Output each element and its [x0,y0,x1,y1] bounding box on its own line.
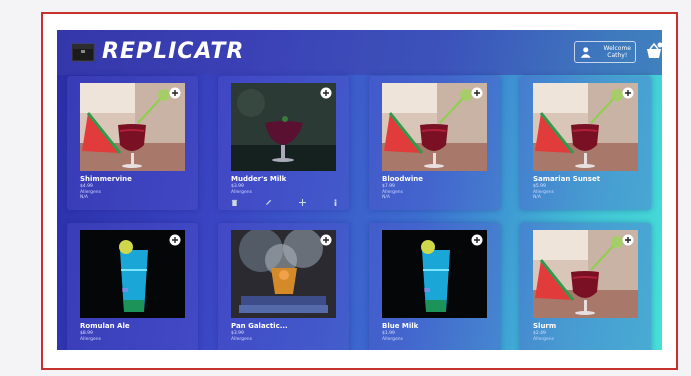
move-icon[interactable] [299,199,306,206]
user-icon [580,47,591,58]
product-price: $8.99 [80,331,93,336]
screenshot-frame: REPLICATR Welcome Cathy! Shimmervine $4.… [41,12,678,370]
product-price: $5.99 [533,184,546,189]
plus-circle-icon[interactable] [471,87,483,99]
product-note: N/A [382,195,390,200]
plus-circle-icon[interactable] [320,87,332,99]
product-allergens: Allergens [382,337,403,342]
plus-circle-icon[interactable] [622,234,634,246]
product-card[interactable]: Pan Galactic... $3.99 Allergens [218,223,349,350]
product-name: Bloodwine [382,175,423,183]
product-card[interactable]: Mudder's Milk $3.99 Allergens [218,76,349,210]
product-price: $3.99 [231,331,244,336]
product-allergens: Allergens [533,337,554,342]
plus-circle-icon[interactable] [622,87,634,99]
product-price: $1.99 [382,331,395,336]
product-card[interactable]: Slurm $2.49 Allergens [520,223,651,350]
welcome-label: Welcome Cathy! [603,45,631,59]
product-name: Samarian Sunset [533,175,601,183]
product-price: $2.49 [533,331,546,336]
plus-circle-icon[interactable] [169,234,181,246]
product-card[interactable]: Bloodwine $7.99 Allergens N/A [369,76,500,210]
top-bar: REPLICATR Welcome Cathy! [57,30,662,75]
product-card[interactable]: Blue Milk $1.99 Allergens [369,223,500,350]
product-name: Shimmervine [80,175,132,183]
product-card[interactable]: Romulan Ale $8.99 Allergens [67,223,198,350]
product-name: Romulan Ale [80,322,130,330]
product-allergens: Allergens [80,337,101,342]
product-note: N/A [80,195,88,200]
plus-circle-icon[interactable] [320,234,332,246]
product-price: $3.99 [231,184,244,189]
account-button[interactable]: Welcome Cathy! [574,41,636,63]
plus-circle-icon[interactable] [169,87,181,99]
product-allergens: Allergens [231,337,252,342]
product-actions [231,199,337,207]
app-title[interactable]: REPLICATR [102,39,244,64]
product-name: Mudder's Milk [231,175,287,183]
product-name: Slurm [533,322,557,330]
replicatr-app: REPLICATR Welcome Cathy! Shimmervine $4.… [57,30,662,350]
info-icon[interactable] [332,199,339,206]
chest-icon [71,43,95,62]
basket-icon[interactable] [645,42,662,60]
product-price: $7.99 [382,184,395,189]
product-name: Blue Milk [382,322,419,330]
product-card[interactable]: Shimmervine $4.99 Allergens N/A [67,76,198,210]
edit-icon[interactable] [265,199,272,206]
product-allergens: Allergens [231,190,252,195]
delete-icon[interactable] [231,199,238,206]
product-name: Pan Galactic... [231,322,288,330]
plus-circle-icon[interactable] [471,234,483,246]
product-note: N/A [533,195,541,200]
product-card[interactable]: Samarian Sunset $5.99 Allergens N/A [520,76,651,210]
product-price: $4.99 [80,184,93,189]
